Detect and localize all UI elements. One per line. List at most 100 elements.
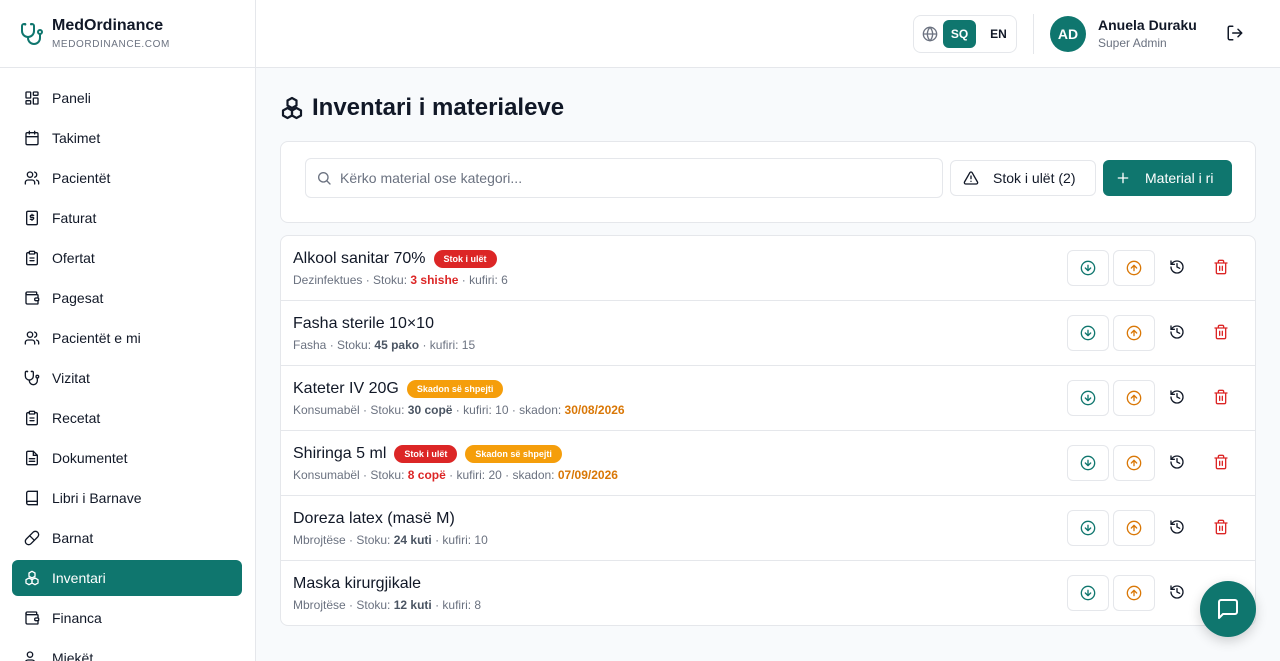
stock-prefix: Stoku: bbox=[370, 403, 405, 417]
users-icon bbox=[24, 171, 40, 185]
history-button[interactable] bbox=[1169, 519, 1187, 537]
trash-icon bbox=[1214, 519, 1228, 535]
stock-out-button[interactable] bbox=[1113, 510, 1155, 546]
search-input[interactable] bbox=[340, 170, 942, 186]
status-badge: Skadon së shpejti bbox=[465, 445, 562, 463]
history-button[interactable] bbox=[1169, 584, 1187, 602]
sidebar-item-label: Faturat bbox=[52, 210, 97, 226]
stock-out-button[interactable] bbox=[1113, 380, 1155, 416]
stock-out-button[interactable] bbox=[1113, 315, 1155, 351]
history-button[interactable] bbox=[1169, 259, 1187, 277]
trash-icon bbox=[1214, 454, 1228, 470]
logout-icon[interactable] bbox=[1226, 24, 1244, 42]
item-meta: Konsumabël · Stoku: 8 copë · kufiri: 20 … bbox=[293, 468, 618, 482]
pill-icon bbox=[24, 530, 40, 546]
arrow-up-circle-icon bbox=[1126, 390, 1142, 406]
sidebar-item-label: Dokumentet bbox=[52, 450, 128, 466]
document-icon bbox=[26, 450, 38, 466]
list-item[interactable]: Maska kirurgjikale Mbrojtëse · Stoku: 12… bbox=[281, 561, 1255, 625]
arrow-down-circle-icon bbox=[1080, 325, 1096, 341]
delete-button[interactable] bbox=[1213, 389, 1231, 407]
sidebar-item-label: Pacientët bbox=[52, 170, 111, 186]
chat-button[interactable] bbox=[1200, 581, 1256, 637]
delete-button[interactable] bbox=[1213, 519, 1231, 537]
list-item[interactable]: Shiringa 5 ml Stok i ulët Skadon së shpejt… bbox=[281, 431, 1255, 496]
stock-out-button[interactable] bbox=[1113, 445, 1155, 481]
plus-icon bbox=[1117, 172, 1129, 184]
stock-in-button[interactable] bbox=[1067, 575, 1109, 611]
sidebar-item-recetat[interactable]: Recetat bbox=[12, 400, 242, 436]
delete-button[interactable] bbox=[1213, 454, 1231, 472]
avatar[interactable]: AD bbox=[1050, 16, 1086, 52]
history-button[interactable] bbox=[1169, 324, 1187, 342]
globe-icon bbox=[922, 26, 938, 42]
stock-in-button[interactable] bbox=[1067, 510, 1109, 546]
expiry-date: 30/08/2026 bbox=[564, 403, 625, 417]
item-name: Doreza latex (masë M) bbox=[293, 510, 455, 527]
book-icon bbox=[26, 490, 38, 506]
new-material-button[interactable]: Material i ri bbox=[1103, 160, 1232, 196]
delete-button[interactable] bbox=[1213, 324, 1231, 342]
warning-icon bbox=[963, 171, 979, 185]
threshold-value: kufiri: 10 bbox=[442, 533, 488, 547]
delete-button[interactable] bbox=[1213, 259, 1231, 277]
sidebar: MedOrdinance MEDORDINANCE.COM Paneli Tak… bbox=[0, 0, 256, 661]
top-header: SQ EN AD Anuela Duraku Super Admin bbox=[256, 0, 1280, 68]
history-icon bbox=[1170, 455, 1184, 469]
history-button[interactable] bbox=[1169, 389, 1187, 407]
sidebar-item-faturat[interactable]: Faturat bbox=[12, 200, 242, 236]
stock-in-button[interactable] bbox=[1067, 445, 1109, 481]
item-name: Shiringa 5 ml bbox=[293, 445, 387, 462]
users-icon bbox=[24, 331, 40, 345]
stock-out-button[interactable] bbox=[1113, 575, 1155, 611]
arrow-down-circle-icon bbox=[1080, 260, 1096, 276]
stethoscope-icon bbox=[21, 22, 43, 45]
low-stock-filter-button[interactable]: Stok i ulët (2) bbox=[950, 160, 1096, 196]
stethoscope-icon bbox=[24, 370, 40, 386]
sidebar-item-financa[interactable]: Financa bbox=[12, 600, 242, 636]
language-en-button[interactable]: EN bbox=[982, 20, 1015, 48]
sidebar-item-libri-i-barnave[interactable]: Libri i Barnave bbox=[12, 480, 242, 516]
boxes-icon bbox=[281, 96, 303, 120]
language-switcher: SQ EN bbox=[913, 15, 1017, 53]
list-item[interactable]: Alkool sanitar 70% Stok i ulët Dezinfektu… bbox=[281, 236, 1255, 301]
sidebar-item-vizitat[interactable]: Vizitat bbox=[12, 360, 242, 396]
list-item[interactable]: Doreza latex (masë M) Mbrojtëse · Stoku:… bbox=[281, 496, 1255, 561]
stock-in-button[interactable] bbox=[1067, 380, 1109, 416]
sidebar-item-inventari[interactable]: Inventari bbox=[12, 560, 242, 596]
sidebar-item-pacientet[interactable]: Pacientët bbox=[12, 160, 242, 196]
sidebar-item-takimet[interactable]: Takimet bbox=[12, 120, 242, 156]
item-category: Dezinfektues bbox=[293, 273, 363, 287]
stock-value: 12 kuti bbox=[393, 598, 432, 612]
sidebar-item-label: Miekët bbox=[52, 650, 94, 661]
item-title-line: Doreza latex (masë M) bbox=[293, 510, 455, 528]
sidebar-item-barnat[interactable]: Barnat bbox=[12, 520, 242, 556]
history-button[interactable] bbox=[1169, 454, 1187, 472]
list-item[interactable]: Fasha sterile 10×10 Fasha · Stoku: 45 pa… bbox=[281, 301, 1255, 366]
stock-in-button[interactable] bbox=[1067, 250, 1109, 286]
item-meta: Dezinfektues · Stoku: 3 shishe · kufiri:… bbox=[293, 273, 508, 287]
item-category: Mbrojtëse bbox=[293, 598, 346, 612]
calendar-icon bbox=[25, 130, 39, 146]
status-badge: Stok i ulët bbox=[394, 445, 458, 463]
sidebar-item-ofertat[interactable]: Ofertat bbox=[12, 240, 242, 276]
stock-value: 30 copë bbox=[407, 403, 453, 417]
sidebar-item-label: Recetat bbox=[52, 410, 101, 426]
sidebar-item-mieket[interactable]: Miekët bbox=[12, 640, 242, 661]
clipboard-icon bbox=[26, 250, 38, 266]
item-category: Konsumabël bbox=[293, 468, 360, 482]
sidebar-item-label: Paneli bbox=[52, 90, 91, 106]
header-divider bbox=[1033, 14, 1034, 54]
sidebar-item-pacientet-e-mi[interactable]: Pacientët e mi bbox=[12, 320, 242, 356]
sidebar-item-paneli[interactable]: Paneli bbox=[12, 80, 242, 116]
list-item[interactable]: Kateter IV 20G Skadon së shpejti Konsumab… bbox=[281, 366, 1255, 431]
stock-in-button[interactable] bbox=[1067, 315, 1109, 351]
item-name: Kateter IV 20G bbox=[293, 380, 399, 397]
stock-out-button[interactable] bbox=[1113, 250, 1155, 286]
threshold-value: kufiri: 6 bbox=[469, 273, 508, 287]
sidebar-item-dokumentet[interactable]: Dokumentet bbox=[12, 440, 242, 476]
language-sq-button[interactable]: SQ bbox=[943, 20, 976, 48]
invoice-icon bbox=[26, 210, 38, 226]
brand[interactable]: MedOrdinance MEDORDINANCE.COM bbox=[0, 0, 255, 68]
sidebar-item-pagesat[interactable]: Pagesat bbox=[12, 280, 242, 316]
